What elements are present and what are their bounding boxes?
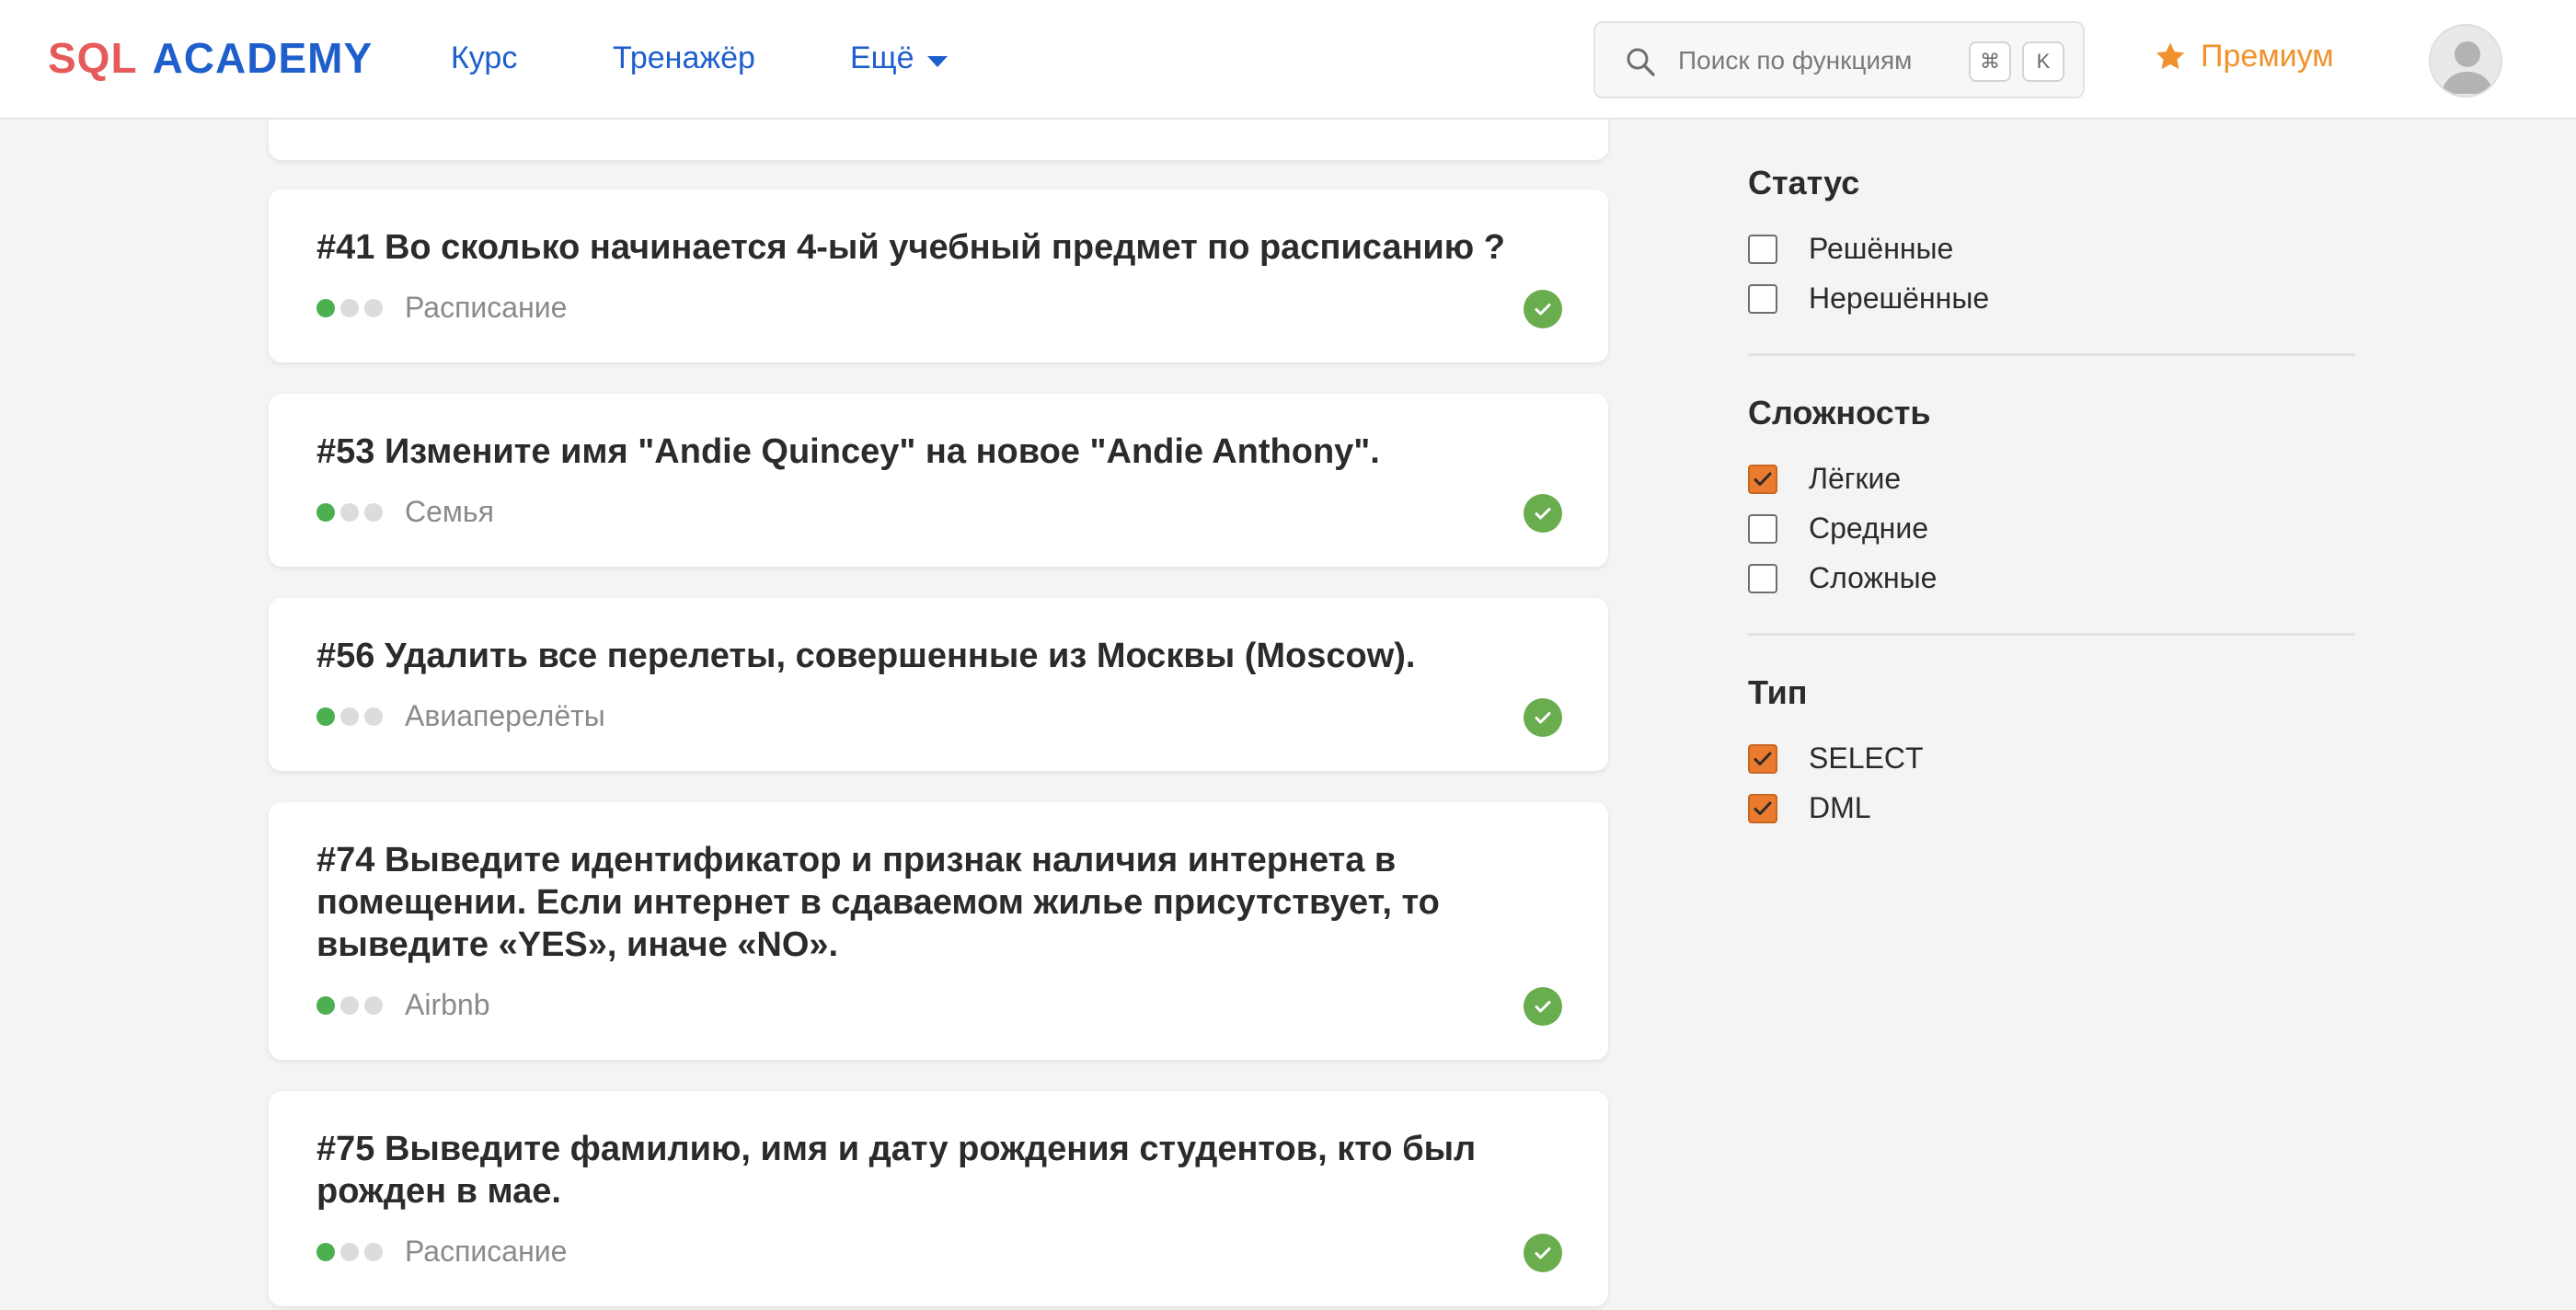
nav-more-dropdown[interactable]: Ещё [850, 40, 948, 76]
checkbox-checked[interactable] [1748, 793, 1777, 823]
difficulty-dot [340, 502, 359, 522]
problem-title: #74 Выведите идентификатор и признак нал… [316, 841, 1440, 964]
problem-tag: Семья [405, 495, 494, 528]
check-circle-icon [1524, 494, 1562, 533]
checkmark-icon [1754, 472, 1772, 486]
check-circle-icon [1524, 290, 1562, 328]
check-circle-icon [1524, 698, 1562, 737]
premium-label: Премиум [2201, 39, 2334, 74]
difficulty-dot [316, 995, 335, 1015]
chevron-down-icon [926, 55, 948, 67]
problem-tag: Авиаперелёты [405, 699, 605, 732]
nav-more-label: Ещё [850, 40, 914, 75]
star-icon [2156, 41, 2185, 69]
user-avatar-icon[interactable] [2429, 24, 2502, 98]
filter-label: DML [1809, 791, 1871, 824]
filter-option-dml[interactable]: DML [1748, 791, 1871, 825]
logo[interactable]: SQL ACADEMY [48, 33, 373, 83]
problem-meta: Расписание [316, 291, 567, 325]
problem-title: #53 Измените имя "Andie Quincey" на ново… [316, 432, 1380, 471]
checkmark-icon [1754, 752, 1772, 765]
check-circle-icon [1524, 1234, 1562, 1272]
difficulty-dot [364, 502, 383, 522]
difficulty-dot [316, 1242, 335, 1261]
problem-tag: Расписание [405, 1235, 568, 1268]
checkmark-icon [1754, 801, 1772, 815]
filter-divider [1748, 353, 2355, 356]
difficulty-dot [364, 707, 383, 726]
problem-card[interactable]: #56 Удалить все перелеты, совершенные из… [269, 598, 1608, 771]
top-navbar: SQL ACADEMY Курс Тренажёр Ещё ⌘ K Премиу… [0, 0, 2576, 120]
difficulty-dot [316, 502, 335, 522]
shortcut-cmd-key: ⌘ [1969, 41, 2011, 82]
checkbox[interactable] [1748, 283, 1777, 314]
filter-heading-type: Тип [1748, 673, 1808, 711]
problem-tag: Airbnb [405, 988, 490, 1021]
search-icon [1627, 48, 1655, 76]
problem-card[interactable]: #53 Измените имя "Andie Quincey" на ново… [269, 394, 1608, 567]
difficulty-dot [316, 298, 335, 317]
filter-option-hard[interactable]: Сложные [1748, 561, 1937, 595]
checkbox-checked[interactable] [1748, 743, 1777, 774]
problem-title: #56 Удалить все перелеты, совершенные из… [316, 637, 1416, 675]
filter-divider [1748, 633, 2355, 636]
filter-label: SELECT [1809, 741, 1924, 775]
checkbox-checked[interactable] [1748, 464, 1777, 494]
difficulty-dot [340, 995, 359, 1015]
nav-trainer-link[interactable]: Тренажёр [613, 40, 755, 76]
filter-heading-status: Статус [1748, 164, 1860, 201]
problem-tag: Расписание [405, 291, 568, 324]
search-input[interactable] [1678, 41, 1954, 80]
filter-label: Нерешённые [1809, 282, 1990, 315]
difficulty-dot [340, 1242, 359, 1261]
filter-option-solved[interactable]: Решённые [1748, 232, 1953, 266]
filter-label: Лёгкие [1809, 462, 1902, 495]
checkbox[interactable] [1748, 234, 1777, 264]
nav-course-link[interactable]: Курс [451, 40, 517, 76]
filter-heading-difficulty: Сложность [1748, 394, 1931, 431]
filter-option-unsolved[interactable]: Нерешённые [1748, 282, 1989, 316]
filter-label: Средние [1809, 511, 1929, 545]
problem-card[interactable]: #74 Выведите идентификатор и признак нал… [269, 802, 1608, 1060]
difficulty-dot [364, 298, 383, 317]
difficulty-dot [340, 707, 359, 726]
problem-card[interactable]: #75 Выведите фамилию, имя и дату рождени… [269, 1091, 1608, 1306]
difficulty-dot [364, 1242, 383, 1261]
problem-card[interactable]: #41 Во сколько начинается 4-ый учебный п… [269, 190, 1608, 362]
premium-link[interactable]: Премиум [2153, 39, 2334, 75]
logo-academy: ACADEMY [152, 34, 374, 82]
difficulty-dot [340, 298, 359, 317]
filter-option-medium[interactable]: Средние [1748, 511, 1928, 546]
filter-option-easy[interactable]: Лёгкие [1748, 462, 1901, 496]
avatar-silhouette [2442, 41, 2493, 94]
filter-label: Решённые [1809, 232, 1954, 265]
difficulty-dot [364, 995, 383, 1015]
filter-option-select[interactable]: SELECT [1748, 741, 1923, 776]
logo-sql: SQL [48, 34, 138, 82]
problem-meta: Airbnb [316, 988, 490, 1022]
problem-title: #75 Выведите фамилию, имя и дату рождени… [316, 1130, 1477, 1211]
problem-title: #41 Во сколько начинается 4-ый учебный п… [316, 228, 1506, 267]
problem-meta: Семья [316, 495, 494, 529]
search-box[interactable]: ⌘ K [1593, 21, 2085, 98]
check-circle-icon [1524, 987, 1562, 1026]
problem-meta: Расписание [316, 1235, 567, 1269]
checkbox[interactable] [1748, 513, 1777, 544]
difficulty-dot [316, 707, 335, 726]
checkbox[interactable] [1748, 563, 1777, 593]
problem-meta: Авиаперелёты [316, 699, 605, 733]
shortcut-k-key: K [2022, 41, 2064, 82]
filter-label: Сложные [1809, 561, 1938, 594]
